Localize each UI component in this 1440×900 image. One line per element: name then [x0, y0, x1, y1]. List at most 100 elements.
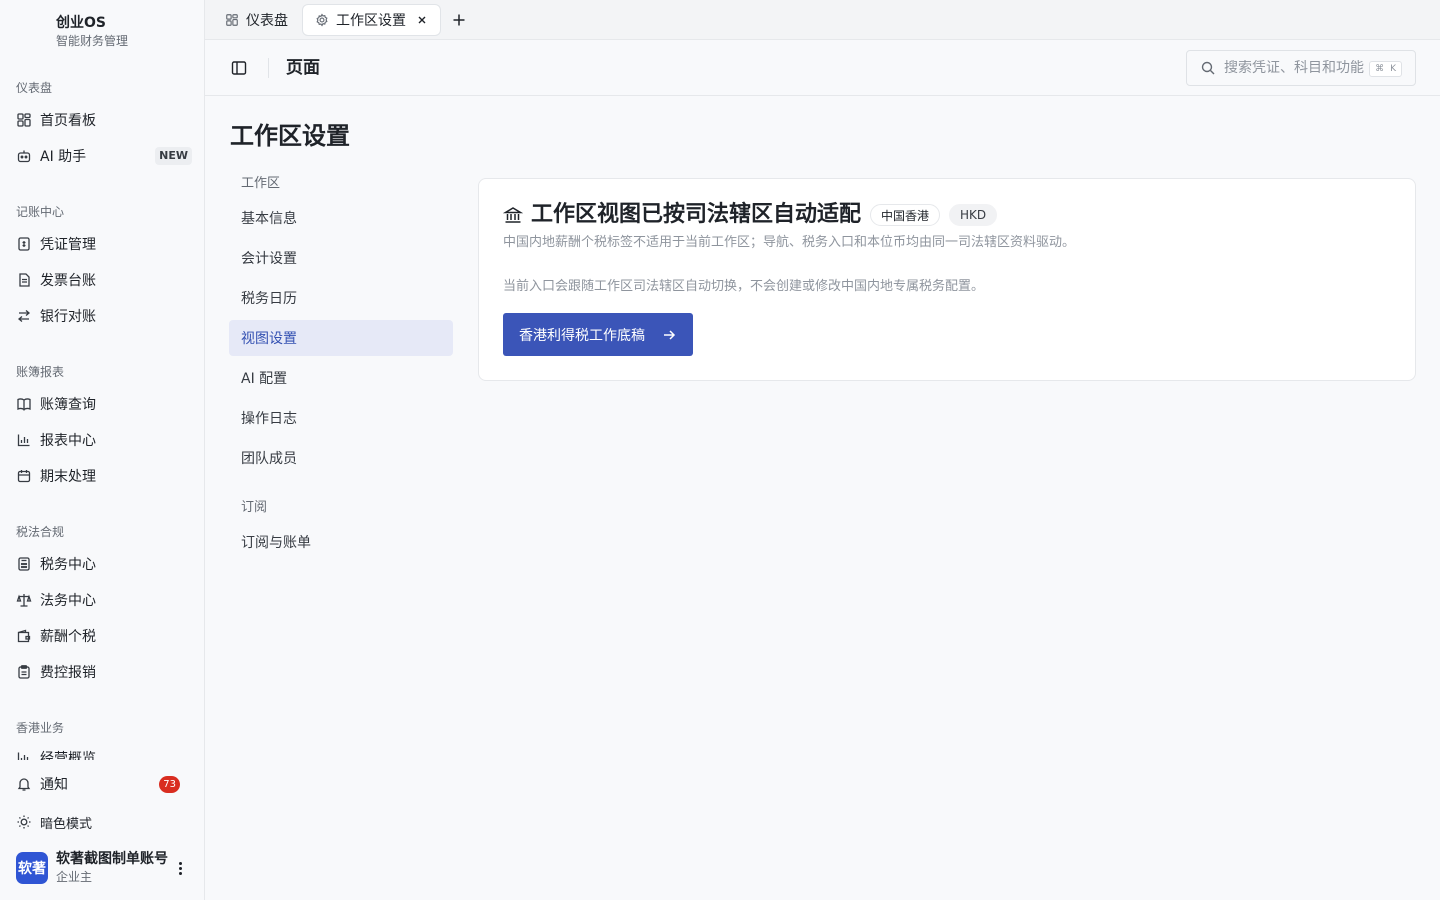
nav-group-title: 税法合规 — [16, 525, 65, 539]
tab-label: 仪表盘 — [246, 13, 288, 29]
dark-mode-toggle[interactable]: 暗色模式 — [8, 806, 196, 838]
shortcut-mod: ⌘ — [1375, 64, 1385, 74]
sidebar-item-label: 凭证管理 — [40, 237, 96, 253]
bar-chart-icon — [16, 750, 32, 760]
jurisdiction-card: 工作区视图已按司法辖区自动适配 中国香港 HKD 中国内地薪酬个税标签不适用于当… — [478, 178, 1416, 381]
bar-chart-icon — [16, 432, 32, 448]
sidebar-item-bank-reconciliation[interactable]: 银行对账 — [8, 300, 196, 332]
sidebar-item-label: 账簿查询 — [40, 397, 96, 413]
bell-icon — [16, 776, 32, 792]
sidebar-item-label: AI 助手 — [40, 149, 87, 165]
subnav-accounting-settings[interactable]: 会计设置 — [229, 240, 453, 276]
card-description: 中国内地薪酬个税标签不适用于当前工作区；导航、税务入口和本位币均由同一司法辖区资… — [503, 235, 1076, 250]
divider — [268, 58, 269, 78]
sidebar-item-label: 法务中心 — [40, 593, 96, 609]
sidebar-item-payroll-tax[interactable]: 薪酬个税 — [8, 620, 196, 652]
subnav-team-members[interactable]: 团队成员 — [229, 440, 453, 476]
calendar-icon — [16, 468, 32, 484]
button-label: 香港利得税工作底稿 — [519, 327, 645, 344]
search-icon — [1200, 60, 1216, 76]
dashboard-grid-icon — [16, 112, 32, 128]
notifications-label: 通知 — [40, 777, 68, 793]
currency-badge: HKD — [949, 204, 998, 226]
user-role: 企业主 — [56, 870, 93, 884]
sidebar-item-period-end[interactable]: 期末处理 — [8, 460, 196, 492]
scale-icon — [16, 592, 32, 608]
sidebar-nav[interactable]: 仪表盘 首页看板 AI 助手 NEW 记账中心 凭证管理 发票台账 银行对账 账… — [0, 66, 204, 760]
sidebar-item-expense-control[interactable]: 费控报销 — [8, 656, 196, 688]
sun-icon — [16, 814, 32, 830]
sidebar-item-tax-center[interactable]: 税务中心 — [8, 548, 196, 580]
card-note: 当前入口会跟随工作区司法辖区自动切换，不会创建或修改中国内地专属税务配置。 — [503, 279, 985, 294]
sidebar-item-ai-assistant[interactable]: AI 助手 NEW — [8, 140, 196, 172]
subnav-subscription-billing[interactable]: 订阅与账单 — [229, 524, 453, 560]
sidebar-item-label: 税务中心 — [40, 557, 96, 573]
subnav-view-settings[interactable]: 视图设置 — [229, 320, 453, 356]
sidebar-item-vouchers[interactable]: 凭证管理 — [8, 228, 196, 260]
brand[interactable]: 创业OS 智能财务管理 — [56, 13, 128, 49]
page-header: 页面 ⌘ K — [205, 40, 1440, 96]
user-profile[interactable]: 软著 软著截图制单账号 企业主 — [16, 850, 196, 886]
sidebar-item-hk-overview[interactable]: 经营概览 — [8, 742, 196, 760]
brand-name: 创业OS — [56, 15, 106, 31]
sidebar-item-label: 薪酬个税 — [40, 629, 96, 645]
book-icon — [16, 396, 32, 412]
header-title: 页面 — [286, 58, 320, 78]
sidebar-item-home-dashboard[interactable]: 首页看板 — [8, 104, 196, 136]
subnav-operation-log[interactable]: 操作日志 — [229, 400, 453, 436]
calculator-icon — [16, 556, 32, 572]
sidebar-item-label: 经营概览 — [40, 751, 96, 760]
card-title: 工作区视图已按司法辖区自动适配 — [531, 202, 862, 227]
sidebar-item-legal-center[interactable]: 法务中心 — [8, 584, 196, 616]
nav-group-title: 记账中心 — [16, 205, 65, 219]
brand-subtitle: 智能财务管理 — [56, 34, 129, 48]
subnav-tax-calendar[interactable]: 税务日历 — [229, 280, 453, 316]
keyboard-shortcut-hint: ⌘ K — [1369, 61, 1402, 77]
bank-building-icon — [503, 205, 523, 225]
swap-arrows-icon — [16, 308, 32, 324]
tab-workspace-settings[interactable]: 工作区设置 — [302, 4, 441, 36]
bot-icon — [16, 148, 32, 164]
nav-group-title: 仪表盘 — [16, 81, 53, 95]
sidebar-item-label: 首页看板 — [40, 113, 96, 129]
dashboard-grid-icon — [225, 13, 239, 27]
subnav-group-title: 订阅 — [241, 500, 268, 515]
add-tab-icon[interactable] — [451, 12, 467, 28]
subnav-basic-info[interactable]: 基本信息 — [229, 200, 453, 236]
search-input[interactable] — [1224, 60, 1364, 76]
document-icon — [16, 272, 32, 288]
user-name: 软著截图制单账号 — [56, 851, 168, 867]
nav-group-title: 香港业务 — [16, 721, 65, 735]
sidebar-toggle-icon[interactable] — [230, 59, 248, 77]
hk-profits-tax-workpaper-button[interactable]: 香港利得税工作底稿 — [503, 313, 693, 356]
nav-group-title: 账簿报表 — [16, 365, 65, 379]
tab-label: 工作区设置 — [336, 13, 406, 29]
dark-mode-label: 暗色模式 — [40, 816, 93, 832]
gear-icon — [315, 13, 329, 27]
sidebar: 创业OS 智能财务管理 仪表盘 首页看板 AI 助手 NEW 记账中心 凭证管理… — [0, 0, 205, 900]
subnav-ai-config[interactable]: AI 配置 — [229, 360, 453, 396]
notification-count-badge: 73 — [159, 776, 180, 793]
arrow-right-icon — [661, 327, 677, 343]
sidebar-item-label: 期末处理 — [40, 469, 96, 485]
page-title: 工作区设置 — [230, 122, 350, 150]
shortcut-key: K — [1390, 64, 1396, 74]
global-search[interactable]: ⌘ K — [1186, 50, 1416, 86]
sidebar-item-invoices[interactable]: 发票台账 — [8, 264, 196, 296]
tab-dashboard[interactable]: 仪表盘 — [213, 4, 300, 36]
subnav-group-title: 工作区 — [241, 176, 281, 191]
close-icon[interactable] — [416, 14, 428, 26]
tab-bar: 仪表盘 工作区设置 — [205, 0, 1440, 40]
receipt-icon — [16, 236, 32, 252]
wallet-icon — [16, 628, 32, 644]
sidebar-item-ledger-query[interactable]: 账簿查询 — [8, 388, 196, 420]
avatar: 软著 — [16, 852, 48, 884]
sidebar-item-label: 银行对账 — [40, 309, 96, 325]
sidebar-item-report-center[interactable]: 报表中心 — [8, 424, 196, 456]
sidebar-item-label: 费控报销 — [40, 665, 96, 681]
sidebar-item-label: 发票台账 — [40, 273, 96, 289]
more-vertical-icon[interactable] — [172, 858, 188, 878]
clipboard-icon — [16, 664, 32, 680]
notifications-button[interactable]: 通知 73 — [8, 768, 196, 800]
sidebar-item-label: 报表中心 — [40, 433, 96, 449]
